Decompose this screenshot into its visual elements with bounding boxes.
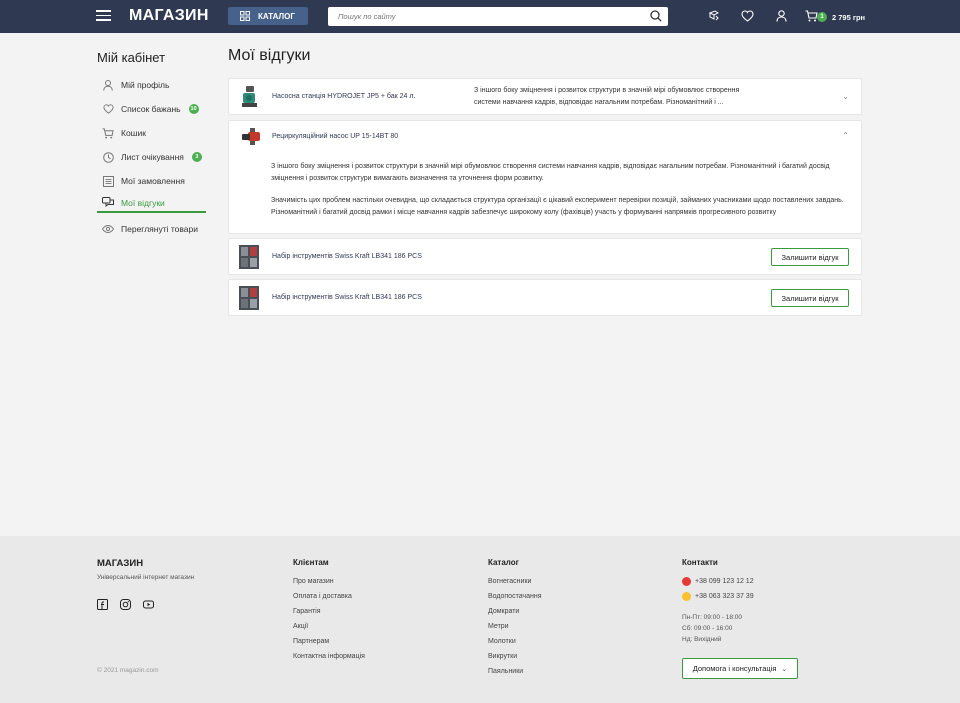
- help-consultation-button[interactable]: Допомога і консультація ⌄: [682, 658, 798, 679]
- footer-link[interactable]: Вогнегасники: [488, 578, 531, 585]
- footer-contacts-title: Контакти: [682, 558, 718, 567]
- footer-link[interactable]: Акції: [293, 623, 308, 630]
- header: МАГАЗИН КАТАЛОГ 1 2 795 грн: [0, 0, 960, 33]
- footer-link[interactable]: Гарантія: [293, 608, 321, 615]
- help-button-label: Допомога і консультація: [692, 664, 777, 673]
- sidebar-item-label: Мої замовлення: [121, 176, 185, 186]
- phone-number: +38 099 123 12 12: [695, 578, 754, 585]
- review-card-expanded[interactable]: Рециркуляційний насос UP 15-14BT 80 ⌃ З …: [228, 120, 862, 234]
- pending-review-card: Набір інструментів Swiss Kraft LB341 186…: [228, 238, 862, 275]
- footer-link[interactable]: Про магазин: [293, 578, 334, 585]
- heart-icon[interactable]: [741, 10, 754, 22]
- sidebar-item-label: Кошик: [121, 128, 146, 138]
- copyright: © 2021 magazin.com: [97, 667, 159, 674]
- review-snippet: З іншого боку зміцнення і розвиток струк…: [474, 87, 740, 106]
- youtube-icon[interactable]: [143, 599, 154, 610]
- heart-icon: [101, 102, 115, 116]
- chat-icon: [101, 196, 115, 210]
- search-box: [328, 7, 668, 26]
- chevron-up-icon[interactable]: ⌃: [842, 131, 849, 140]
- footer-link[interactable]: Молотки: [488, 638, 516, 645]
- product-name[interactable]: Набір інструментів Swiss Kraft LB341 186…: [272, 253, 422, 260]
- footer-link[interactable]: Викрутки: [488, 653, 517, 660]
- leave-review-button[interactable]: Залишити відгук: [771, 289, 849, 307]
- footer-link[interactable]: Домкрати: [488, 608, 519, 615]
- sidebar-item-label: Мої відгуки: [121, 197, 165, 208]
- sidebar-item-cart[interactable]: Кошик: [97, 123, 206, 143]
- clock-icon: [101, 150, 115, 164]
- working-hours: Сб: 09:00 - 16:00: [682, 625, 733, 632]
- footer: МАГАЗИН Універсальний інтернет магазин ©…: [0, 536, 960, 703]
- phone-number: +38 063 323 37 39: [695, 593, 754, 600]
- sidebar-item-orders[interactable]: Мої замовлення: [97, 171, 206, 191]
- instagram-icon[interactable]: [120, 599, 131, 610]
- list-icon: [101, 174, 115, 188]
- product-thumbnail: [242, 86, 257, 107]
- pending-review-card: Набір інструментів Swiss Kraft LB341 186…: [228, 279, 862, 316]
- footer-link[interactable]: Метри: [488, 623, 509, 630]
- facebook-icon[interactable]: [97, 599, 108, 610]
- sidebar-item-wishlist[interactable]: Список бажань 10: [97, 99, 206, 119]
- search-input[interactable]: [338, 12, 638, 21]
- review-paragraph: З іншого боку зміцнення і розвиток струк…: [271, 163, 830, 182]
- footer-link[interactable]: Оплата і доставка: [293, 593, 352, 600]
- footer-catalog-title: Каталог: [488, 558, 519, 567]
- logo[interactable]: МАГАЗИН: [129, 7, 209, 25]
- footer-link[interactable]: Водопостачання: [488, 593, 542, 600]
- cart-icon: [101, 126, 115, 140]
- search-icon[interactable]: [650, 10, 662, 22]
- phone-vodafone[interactable]: +38 099 123 12 12: [682, 577, 754, 586]
- review-paragraph: Значимість цих проблем настільки очевидн…: [271, 197, 844, 216]
- catalog-label: КАТАЛОГ: [258, 11, 295, 21]
- footer-tagline: Універсальний інтернет магазин: [97, 574, 195, 581]
- user-icon[interactable]: [776, 10, 787, 22]
- product-thumbnail: [242, 128, 260, 145]
- user-icon: [101, 78, 115, 92]
- footer-link[interactable]: Паяльники: [488, 668, 523, 675]
- wishlist-count-badge: 10: [188, 104, 199, 114]
- product-name[interactable]: Насосна станція HYDROJET JP5 + бак 24 л.: [272, 93, 415, 100]
- vodafone-icon: [682, 577, 691, 586]
- working-hours: Нд: Вихідний: [682, 636, 722, 643]
- footer-logo[interactable]: МАГАЗИН: [97, 558, 143, 569]
- footer-link[interactable]: Контактна інформація: [293, 653, 365, 660]
- waitlist-count-badge: 3: [191, 152, 202, 162]
- page-title: Мої відгуки: [228, 47, 311, 64]
- sidebar-item-label: Переглянуті товари: [121, 224, 199, 234]
- review-text: З іншого боку зміцнення і розвиток струк…: [271, 161, 851, 229]
- footer-link[interactable]: Партнерам: [293, 638, 329, 645]
- eye-icon: [101, 222, 115, 236]
- sidebar-item-label: Лист очікування: [121, 152, 184, 162]
- chevron-down-icon[interactable]: ⌄: [842, 92, 849, 101]
- leave-review-button[interactable]: Залишити відгук: [771, 248, 849, 266]
- sidebar-item-viewed[interactable]: Переглянуті товари: [97, 219, 206, 239]
- footer-clients-title: Клієнтам: [293, 558, 329, 567]
- product-thumbnail: [239, 286, 259, 310]
- cart-count-badge: 1: [817, 12, 827, 22]
- sidebar-item-label: Мій профіль: [121, 80, 170, 90]
- product-name[interactable]: Рециркуляційний насос UP 15-14BT 80: [272, 133, 398, 140]
- product-name[interactable]: Набір інструментів Swiss Kraft LB341 186…: [272, 294, 422, 301]
- sidebar-item-label: Список бажань: [121, 104, 181, 114]
- sidebar-item-waitlist[interactable]: Лист очікування 3: [97, 147, 206, 167]
- product-thumbnail: [239, 245, 259, 269]
- cart-sum[interactable]: 2 795 грн: [832, 13, 865, 22]
- compare-icon[interactable]: [708, 10, 720, 22]
- catalog-button[interactable]: КАТАЛОГ: [228, 7, 308, 25]
- grid-icon: [240, 11, 250, 21]
- sidebar-item-reviews[interactable]: Мої відгуки: [97, 194, 206, 213]
- review-card[interactable]: Насосна станція HYDROJET JP5 + бак 24 л.…: [228, 78, 862, 115]
- lifecell-icon: [682, 592, 691, 601]
- sidebar-title: Мій кабінет: [97, 50, 166, 65]
- menu-icon[interactable]: [96, 10, 111, 22]
- working-hours: Пн-Пт: 09:00 - 18:00: [682, 614, 742, 621]
- sidebar-item-profile[interactable]: Мій профіль: [97, 75, 206, 95]
- chevron-down-icon: ⌄: [781, 665, 788, 673]
- phone-lifecell[interactable]: +38 063 323 37 39: [682, 592, 754, 601]
